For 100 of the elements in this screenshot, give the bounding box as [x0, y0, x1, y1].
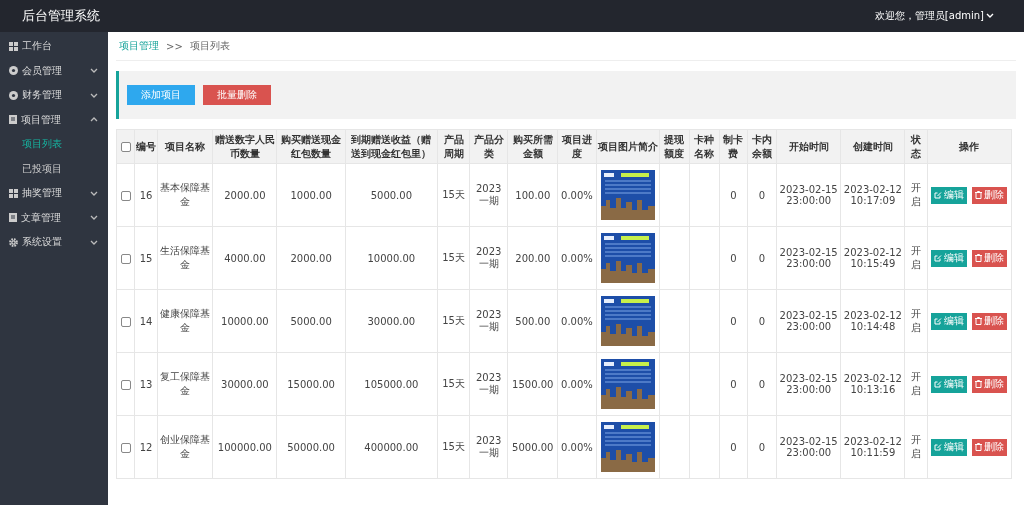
document-icon — [9, 213, 17, 223]
table-cell: 0.00% — [561, 252, 593, 264]
row-checkbox[interactable] — [120, 316, 131, 327]
column-header: 操作 — [959, 140, 980, 152]
delete-button[interactable]: 删除 — [972, 249, 1008, 267]
table-cell: 0 — [730, 252, 737, 264]
table-cell: 50000.00 — [287, 441, 335, 453]
column-header: 项目图片简介 — [597, 140, 658, 152]
table-cell: 14 — [139, 315, 153, 327]
table-cell: 13 — [139, 378, 153, 390]
circle-icon — [9, 90, 18, 100]
row-checkbox[interactable] — [120, 253, 131, 264]
table-cell: 15天 — [442, 378, 465, 389]
table-cell: 30000.00 — [221, 378, 269, 390]
column-header: 提现额度 — [664, 133, 685, 159]
user-menu[interactable]: 欢迎您，管理员[admin] — [874, 9, 994, 23]
table-cell: 开启 — [911, 434, 921, 459]
row-checkbox[interactable] — [120, 379, 131, 390]
edit-button[interactable]: 编辑 — [931, 249, 968, 267]
column-header: 开始时间 — [788, 140, 829, 152]
menu-item[interactable]: 会员管理 — [0, 58, 108, 83]
table-cell: 10000.00 — [367, 252, 416, 264]
menu-label: 文章管理 — [21, 210, 62, 225]
delete-button[interactable]: 删除 — [972, 375, 1008, 393]
table-cell: 5000.00 — [290, 315, 332, 327]
breadcrumb-current: 项目列表 — [189, 39, 230, 53]
table-cell: 2023-02-15 23:00:00 — [779, 184, 838, 206]
edit-icon — [934, 317, 943, 325]
table-cell: 30000.00 — [367, 315, 416, 327]
circle-icon — [9, 66, 18, 76]
menu-item[interactable]: 财务管理 — [0, 83, 108, 108]
add-button[interactable]: 添加项目 — [127, 85, 195, 105]
table-cell: 0.00% — [561, 441, 593, 453]
delete-button[interactable]: 删除 — [972, 312, 1008, 330]
trash-icon — [975, 443, 983, 451]
column-header: 产品分类 — [473, 133, 504, 159]
delete-button[interactable]: 删除 — [972, 438, 1008, 456]
table-cell: 2023-02-12 10:13:16 — [843, 373, 902, 395]
table-cell: 100000.00 — [217, 441, 272, 453]
column-header: 购买赠送现金红包数量 — [281, 133, 342, 159]
table-cell: 开启 — [911, 371, 921, 396]
poster-thumbnail — [600, 296, 655, 346]
edit-icon — [934, 254, 943, 262]
menu-item[interactable]: 工作台 — [0, 34, 108, 59]
table-cell: 16 — [139, 189, 153, 201]
select-all-checkbox[interactable] — [120, 142, 131, 152]
column-header: 卡种名称 — [694, 133, 715, 159]
table-cell: 开启 — [911, 182, 921, 207]
batch-delete-button[interactable]: 批量删除 — [203, 85, 271, 105]
column-header: 产品周期 — [443, 133, 464, 159]
table-cell: 2023-02-12 10:17:09 — [843, 184, 902, 206]
table-cell: 0 — [758, 252, 766, 264]
table-cell: 2023一期 — [475, 182, 502, 206]
menu-label: 抽奖管理 — [22, 186, 63, 201]
table-cell: 105000.00 — [364, 378, 419, 390]
column-header: 状态 — [911, 133, 921, 159]
edit-button[interactable]: 编辑 — [931, 312, 968, 330]
table-cell: 基本保障基金 — [160, 182, 211, 207]
poster-thumbnail — [600, 359, 655, 409]
column-header: 卡内余额 — [752, 133, 773, 159]
table-cell: 0 — [730, 441, 737, 453]
edit-button[interactable]: 编辑 — [931, 186, 968, 204]
table-cell: 2023-02-12 10:15:49 — [843, 247, 902, 269]
table-cell: 2023-02-15 23:00:00 — [779, 310, 838, 332]
table-cell: 200.00 — [515, 252, 551, 264]
table-cell: 开启 — [911, 245, 921, 270]
menu-item[interactable]: 抽奖管理 — [0, 181, 108, 206]
submenu-item[interactable]: 项目列表 — [0, 132, 108, 157]
table-cell: 0 — [730, 315, 737, 327]
table-cell: 0 — [730, 378, 737, 390]
breadcrumb-link[interactable]: 项目管理 — [119, 39, 159, 53]
table-cell: 2023-02-12 10:11:59 — [843, 436, 902, 458]
table-cell: 500.00 — [515, 315, 551, 327]
column-header: 编号 — [136, 140, 157, 152]
edit-icon — [934, 443, 943, 451]
menu-item[interactable]: 项目管理 — [0, 107, 108, 132]
submenu-item[interactable]: 已投项目 — [0, 156, 108, 181]
breadcrumb-separator: >> — [166, 40, 183, 52]
table-cell: 10000.00 — [221, 315, 269, 327]
table-cell: 0 — [758, 315, 766, 327]
poster-thumbnail — [600, 233, 655, 283]
table-cell: 2023一期 — [475, 308, 502, 332]
document-icon — [9, 115, 17, 125]
table-cell: 2023-02-15 23:00:00 — [779, 247, 838, 269]
edit-button[interactable]: 编辑 — [931, 375, 968, 393]
table-cell: 2000.00 — [290, 252, 332, 264]
table-cell: 0 — [758, 189, 766, 201]
menu-item[interactable]: 文章管理 — [0, 205, 108, 230]
menu-item[interactable]: 系统设置 — [0, 230, 108, 255]
row-checkbox[interactable] — [120, 442, 131, 453]
edit-button[interactable]: 编辑 — [931, 438, 968, 456]
row-checkbox[interactable] — [120, 190, 131, 201]
menu-label: 财务管理 — [22, 88, 63, 103]
column-header: 制卡费 — [723, 133, 744, 159]
delete-button[interactable]: 删除 — [972, 186, 1008, 204]
edit-icon — [934, 380, 943, 388]
column-header: 到期赠送收益（赠送到现金红包里） — [351, 133, 432, 159]
app-title: 后台管理系统 — [22, 7, 100, 25]
table-cell: 0 — [730, 189, 737, 201]
table-cell: 1500.00 — [512, 378, 554, 390]
